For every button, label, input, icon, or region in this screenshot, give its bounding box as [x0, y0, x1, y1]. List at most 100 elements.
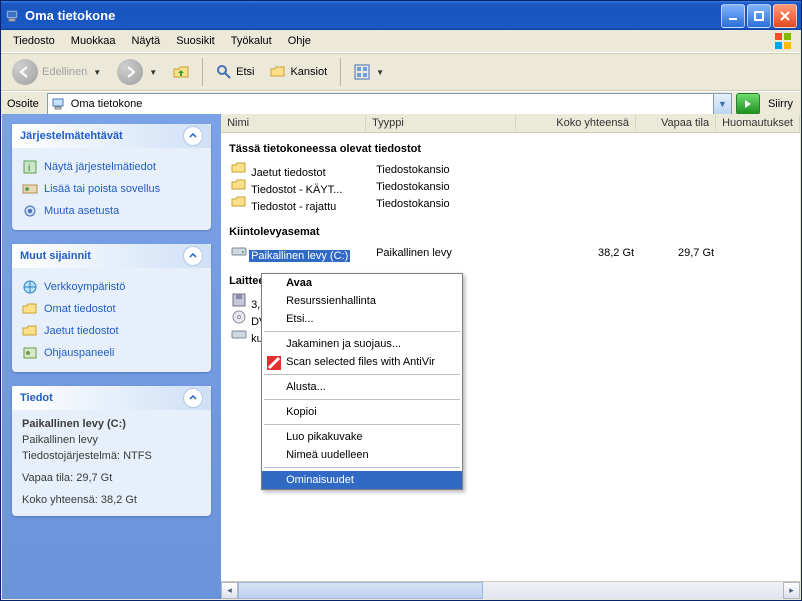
- views-button[interactable]: ▼: [347, 61, 391, 83]
- group-files-here: Tässä tietokoneessa olevat tiedostot: [225, 139, 794, 161]
- address-label: Osoite: [5, 98, 43, 110]
- context-explore[interactable]: Resurssienhallinta: [262, 292, 462, 310]
- up-button[interactable]: [166, 61, 196, 83]
- horizontal-scrollbar[interactable]: ◂ ▸: [221, 581, 800, 599]
- task-label: Muuta asetusta: [44, 205, 119, 217]
- scroll-left-button[interactable]: ◂: [221, 582, 238, 599]
- task-change-setting[interactable]: Muuta asetusta: [22, 200, 201, 222]
- title-bar[interactable]: Oma tietokone: [1, 1, 801, 30]
- details-name: Paikallinen levy (C:): [22, 418, 201, 432]
- shared-folder-icon: [22, 323, 38, 339]
- scroll-track[interactable]: [238, 582, 783, 599]
- folder-icon: [231, 194, 247, 210]
- chevron-down-icon: ▼: [149, 68, 157, 77]
- context-properties[interactable]: Ominaisuudet: [262, 471, 462, 489]
- close-button[interactable]: [773, 4, 797, 28]
- list-item[interactable]: Tiedostot - KÄYT... Tiedostokansio: [225, 178, 794, 195]
- menu-view[interactable]: Näytä: [123, 32, 168, 50]
- address-field[interactable]: Oma tietokone ▼: [47, 93, 732, 115]
- item-type: Tiedostokansio: [370, 181, 520, 193]
- item-free: 29,7 Gt: [640, 247, 720, 259]
- task-network[interactable]: Verkkoympäristö: [22, 276, 201, 298]
- search-button[interactable]: Etsi: [209, 61, 261, 83]
- address-dropdown-button[interactable]: ▼: [713, 94, 731, 114]
- item-type: Paikallinen levy: [370, 247, 520, 259]
- window: Oma tietokone Tiedosto Muokkaa Näytä Suo…: [0, 0, 802, 601]
- context-rename[interactable]: Nimeä uudelleen: [262, 446, 462, 464]
- details-panel: Tiedot Paikallinen levy (C:) Paikallinen…: [12, 386, 211, 516]
- list-item-selected[interactable]: Paikallinen levy (C:) Paikallinen levy 3…: [225, 244, 794, 261]
- list-item[interactable]: Tiedostot - rajattu Tiedostokansio: [225, 195, 794, 212]
- column-comments[interactable]: Huomautukset: [716, 115, 800, 131]
- go-label: Siirry: [768, 98, 793, 110]
- details-free: Vapaa tila: 29,7 Gt: [22, 470, 201, 486]
- main-pane: Nimi Tyyppi Koko yhteensä Vapaa tila Huo…: [221, 114, 800, 599]
- scroll-right-button[interactable]: ▸: [783, 582, 800, 599]
- panel-title: Järjestelmätehtävät: [20, 130, 123, 142]
- folders-label: Kansiot: [290, 66, 327, 78]
- context-separator: [264, 399, 460, 400]
- menu-edit[interactable]: Muokkaa: [63, 32, 124, 50]
- task-my-documents[interactable]: Omat tiedostot: [22, 298, 201, 320]
- address-value: Oma tietokone: [71, 98, 143, 110]
- item-type: Tiedostokansio: [370, 198, 520, 210]
- control-panel-icon: [22, 345, 38, 361]
- panel-header[interactable]: Tiedot: [12, 386, 211, 410]
- task-control-panel[interactable]: Ohjauspaneeli: [22, 342, 201, 364]
- collapse-button[interactable]: [183, 388, 203, 408]
- back-button[interactable]: Edellinen ▼: [5, 56, 108, 88]
- column-type[interactable]: Tyyppi: [366, 115, 516, 131]
- context-open[interactable]: Avaa: [262, 274, 462, 292]
- back-label: Edellinen: [42, 66, 87, 78]
- context-separator: [264, 331, 460, 332]
- context-search[interactable]: Etsi...: [262, 310, 462, 328]
- item-name: Paikallinen levy (C:): [249, 250, 350, 262]
- maximize-button[interactable]: [747, 4, 771, 28]
- task-shared-documents[interactable]: Jaetut tiedostot: [22, 320, 201, 342]
- list-item[interactable]: Jaetut tiedostot Tiedostokansio: [225, 161, 794, 178]
- context-format[interactable]: Alusta...: [262, 378, 462, 396]
- add-remove-icon: [22, 181, 38, 197]
- group-hard-drives: Kiintolevyasemat: [225, 222, 794, 244]
- panel-header[interactable]: Järjestelmätehtävät: [12, 124, 211, 148]
- file-list[interactable]: Tässä tietokoneessa olevat tiedostot Jae…: [221, 133, 800, 599]
- go-button[interactable]: [736, 93, 760, 115]
- chevron-down-icon: ▼: [376, 68, 384, 77]
- menu-help[interactable]: Ohje: [280, 32, 319, 50]
- chevron-down-icon: ▼: [93, 68, 101, 77]
- column-header-row: Nimi Tyyppi Koko yhteensä Vapaa tila Huo…: [221, 114, 800, 133]
- details-type: Paikallinen levy: [22, 432, 201, 448]
- context-sharing[interactable]: Jakaminen ja suojaus...: [262, 335, 462, 353]
- column-total[interactable]: Koko yhteensä: [516, 115, 636, 131]
- column-free[interactable]: Vapaa tila: [636, 115, 716, 131]
- task-add-remove[interactable]: Lisää tai poista sovellus: [22, 178, 201, 200]
- folder-icon: [231, 177, 247, 193]
- folders-button[interactable]: Kansiot: [263, 61, 334, 83]
- collapse-button[interactable]: [183, 246, 203, 266]
- context-separator: [264, 467, 460, 468]
- floppy-icon: [231, 292, 247, 308]
- context-antivir[interactable]: Scan selected files with AntiVir: [262, 353, 462, 371]
- task-label: Jaetut tiedostot: [44, 325, 119, 337]
- scroll-thumb[interactable]: [238, 582, 483, 599]
- folder-up-icon: [173, 64, 189, 80]
- task-label: Ohjauspaneeli: [44, 347, 114, 359]
- removable-icon: [231, 326, 247, 342]
- menu-favorites[interactable]: Suosikit: [168, 32, 223, 50]
- menu-file[interactable]: Tiedosto: [5, 32, 63, 50]
- context-copy[interactable]: Kopioi: [262, 403, 462, 421]
- panel-header[interactable]: Muut sijainnit: [12, 244, 211, 268]
- collapse-button[interactable]: [183, 126, 203, 146]
- task-label: Omat tiedostot: [44, 303, 116, 315]
- task-system-info[interactable]: iNäytä järjestelmätiedot: [22, 156, 201, 178]
- column-name[interactable]: Nimi: [221, 115, 366, 131]
- item-total: 38,2 Gt: [520, 247, 640, 259]
- menu-tools[interactable]: Työkalut: [223, 32, 280, 50]
- toolbar: Edellinen ▼ ▼ Etsi Kansiot: [1, 53, 801, 91]
- forward-button[interactable]: ▼: [110, 56, 164, 88]
- minimize-button[interactable]: [721, 4, 745, 28]
- context-shortcut[interactable]: Luo pikakuvake: [262, 428, 462, 446]
- network-icon: [22, 279, 38, 295]
- tasks-sidebar: Järjestelmätehtävät iNäytä järjestelmäti…: [2, 114, 221, 599]
- my-computer-icon: [51, 96, 67, 112]
